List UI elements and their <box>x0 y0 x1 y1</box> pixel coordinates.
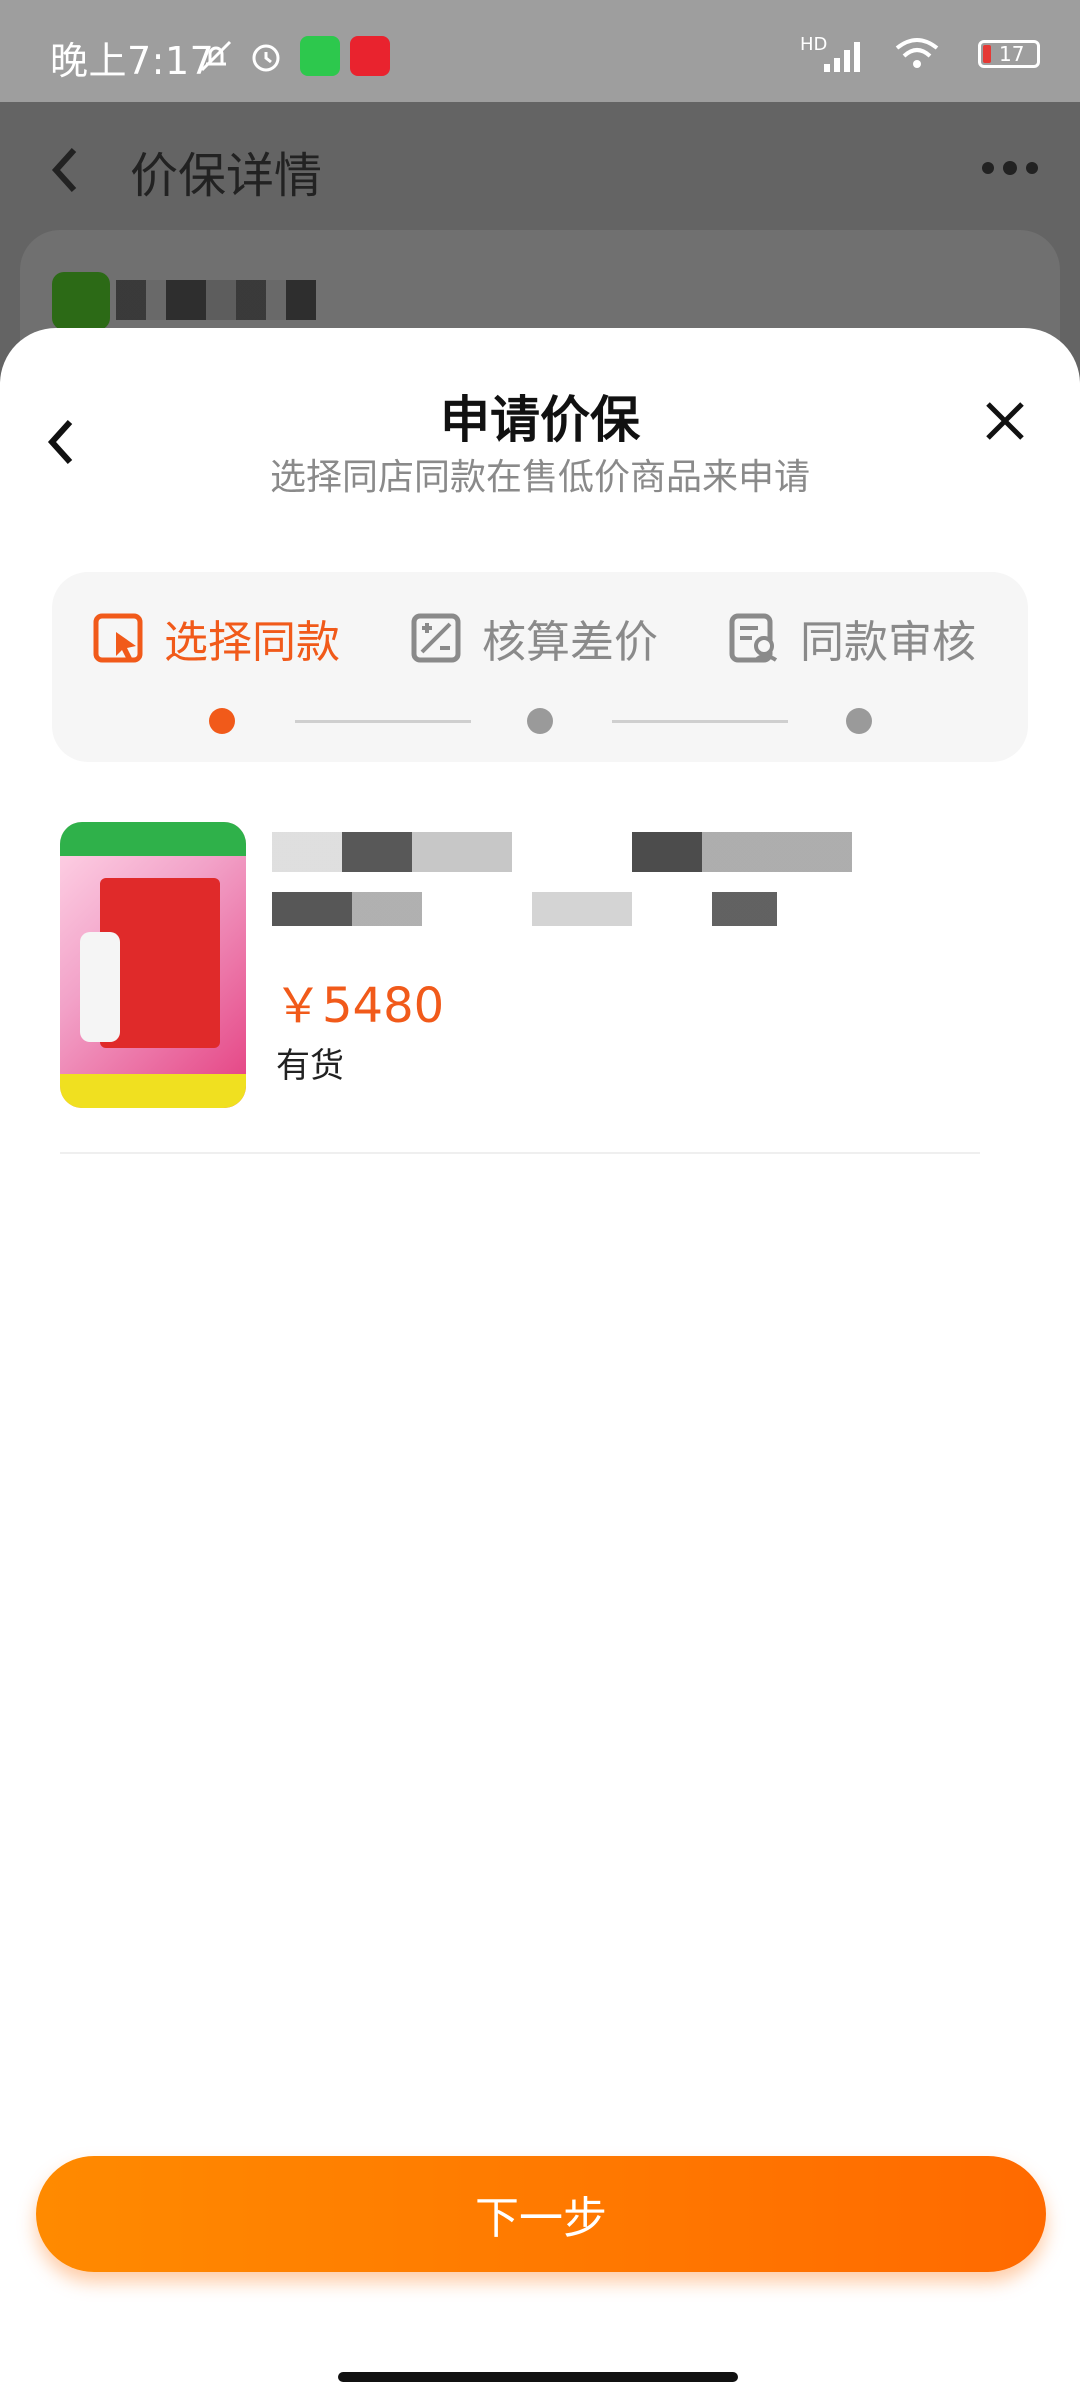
apply-price-protection-sheet: 申请价保 选择同店同款在售低价商品来申请 选择同款 核算差价 同款审核 ￥548… <box>0 328 1080 2400</box>
calculator-icon <box>411 613 461 663</box>
step-select-same: 选择同款 <box>92 608 340 668</box>
close-icon[interactable] <box>980 396 1030 446</box>
page-title: 价保详情 <box>130 148 323 204</box>
step-connector <box>612 720 788 723</box>
product-image <box>60 822 246 1108</box>
back-icon[interactable] <box>44 140 84 200</box>
step-label: 核算差价 <box>482 617 658 668</box>
review-icon <box>729 613 778 663</box>
store-logo <box>52 272 110 330</box>
step-same-review: 同款审核 <box>728 608 976 668</box>
next-step-button[interactable]: 下一步 <box>36 2156 1046 2272</box>
product-price: ￥5480 <box>274 978 445 1034</box>
step-dot <box>846 708 872 734</box>
status-bar: 晚上7:17 HD 17 <box>0 0 1080 102</box>
home-indicator[interactable] <box>338 2372 738 2382</box>
status-right-group: HD 17 <box>800 34 1040 74</box>
notification-muted-icon <box>200 40 232 72</box>
store-name-redacted <box>116 280 316 320</box>
battery-level: 17 <box>999 42 1025 66</box>
step-connector <box>295 720 471 723</box>
step-label: 选择同款 <box>164 617 340 668</box>
sheet-title: 申请价保 <box>440 391 640 449</box>
tmall-app-icon <box>350 36 390 76</box>
step-dot-active <box>209 708 235 734</box>
signal-icon <box>824 42 860 72</box>
select-cursor-icon <box>93 613 143 663</box>
wifi-icon <box>895 38 939 68</box>
step-dot <box>527 708 553 734</box>
more-icon[interactable] <box>980 158 1040 178</box>
step-calc-difference: 核算差价 <box>410 608 658 668</box>
step-indicator: 选择同款 核算差价 同款审核 <box>52 572 1028 762</box>
step-label: 同款审核 <box>800 617 976 668</box>
product-name-redacted-line1 <box>272 832 852 872</box>
alarm-icon <box>252 44 280 72</box>
stock-status: 有货 <box>276 1046 344 1086</box>
battery-icon: 17 <box>978 40 1040 68</box>
status-time: 晚上7:17 <box>50 39 215 83</box>
product-list-item[interactable]: ￥5480 有货 <box>60 822 980 1154</box>
sheet-subtitle: 选择同店同款在售低价商品来申请 <box>269 457 810 498</box>
wechat-app-icon <box>300 36 340 76</box>
product-name-redacted-line2 <box>272 892 777 926</box>
